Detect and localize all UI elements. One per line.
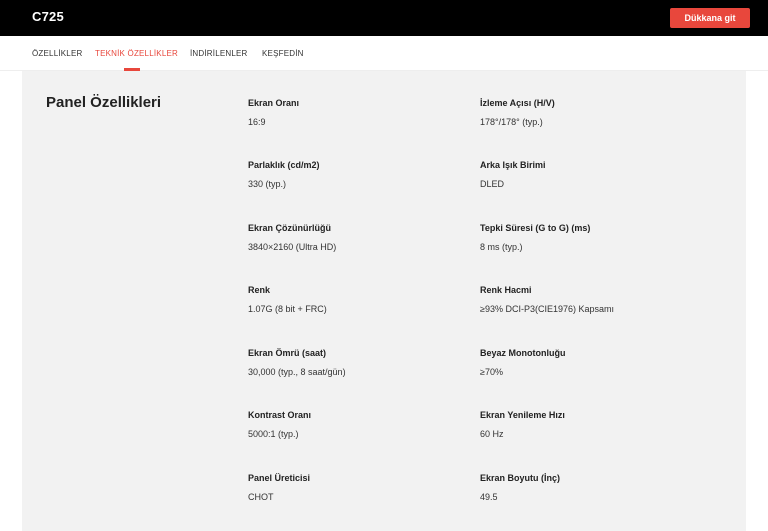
- spec-label: Panel Üreticisi: [248, 473, 311, 483]
- spec-value: 30,000 (typ., 8 saat/gün): [248, 367, 346, 377]
- section-title: Panel Özellikleri: [46, 94, 162, 111]
- spec-item: Kontrast Oranı 5000:1 (typ.): [248, 410, 311, 439]
- spec-label: Ekran Çözünürlüğü: [248, 223, 331, 233]
- spec-item: Parlaklık (cd/m2) 330 (typ.): [248, 160, 320, 189]
- spec-label: Arka Işık Birimi: [480, 160, 546, 170]
- go-to-shop-button[interactable]: Dükkana git: [670, 8, 750, 28]
- spec-value: DLED: [480, 179, 505, 189]
- spec-label: Kontrast Oranı: [248, 410, 312, 420]
- tab-bar: ÖZELLİKLER TEKNİK ÖZELLİKLER İNDİRİLENLE…: [0, 36, 768, 71]
- spec-label: Beyaz Monotonluğu: [480, 348, 566, 358]
- tab-explore[interactable]: KEŞFEDİN: [262, 49, 304, 58]
- spec-value: CHOT: [248, 492, 274, 502]
- spec-label: Parlaklık (cd/m2): [248, 160, 320, 170]
- spec-item: Beyaz Monotonluğu ≥70%: [480, 348, 566, 377]
- spec-value: 60 Hz: [480, 429, 504, 439]
- spec-label: İzleme Açısı (H/V): [480, 98, 555, 108]
- spec-item: Ekran Ömrü (saat) 30,000 (typ., 8 saat/g…: [248, 348, 346, 377]
- spec-item: Ekran Çözünürlüğü 3840×2160 (Ultra HD): [248, 223, 336, 252]
- spec-label: Renk Hacmi: [480, 285, 532, 295]
- spec-item: Tepki Süresi (G to G) (ms) 8 ms (typ.): [480, 223, 590, 252]
- spec-item: Panel Üreticisi CHOT: [248, 473, 310, 502]
- spec-value: 3840×2160 (Ultra HD): [248, 242, 337, 252]
- top-header-bar: C725 Dükkana git: [0, 0, 768, 36]
- spec-value: ≥70%: [480, 367, 503, 377]
- spec-item: Ekran Yenileme Hızı 60 Hz: [480, 410, 565, 439]
- spec-item: Renk 1.07G (8 bit + FRC): [248, 285, 327, 314]
- spec-value: 178°/178° (typ.): [480, 117, 543, 127]
- spec-label: Ekran Ömrü (saat): [248, 348, 327, 358]
- spec-value: 5000:1 (typ.): [248, 429, 299, 439]
- spec-item: Ekran Boyutu (İnç) 49.5: [480, 473, 560, 502]
- spec-item: Arka Işık Birimi DLED: [480, 160, 546, 189]
- spec-label: Ekran Boyutu (İnç): [480, 473, 561, 483]
- spec-item: Renk Hacmi ≥93% DCI-P3(CIE1976) Kapsamı: [480, 285, 614, 314]
- tab-downloads[interactable]: İNDİRİLENLER: [190, 49, 248, 58]
- product-title: C725: [32, 9, 64, 24]
- spec-value: 1.07G (8 bit + FRC): [248, 304, 327, 314]
- specs-panel: Panel Özellikleri Ekran Oranı 16:9 İzlem…: [22, 71, 746, 531]
- spec-label: Ekran Yenileme Hızı: [480, 410, 565, 420]
- spec-value: 330 (typ.): [248, 179, 287, 189]
- spec-value: 49.5: [480, 492, 498, 502]
- spec-label: Renk: [248, 285, 271, 295]
- tab-features[interactable]: ÖZELLİKLER: [32, 49, 82, 58]
- spec-label: Ekran Oranı: [248, 98, 300, 108]
- spec-value: 8 ms (typ.): [480, 242, 523, 252]
- spec-item: İzleme Açısı (H/V) 178°/178° (typ.): [480, 98, 555, 127]
- spec-label: Tepki Süresi (G to G) (ms): [480, 223, 591, 233]
- tab-technical-specs[interactable]: TEKNİK ÖZELLİKLER: [95, 49, 178, 58]
- spec-value: 16:9: [248, 117, 266, 127]
- spec-value: ≥93% DCI-P3(CIE1976) Kapsamı: [480, 304, 614, 314]
- spec-item: Ekran Oranı 16:9: [248, 98, 299, 127]
